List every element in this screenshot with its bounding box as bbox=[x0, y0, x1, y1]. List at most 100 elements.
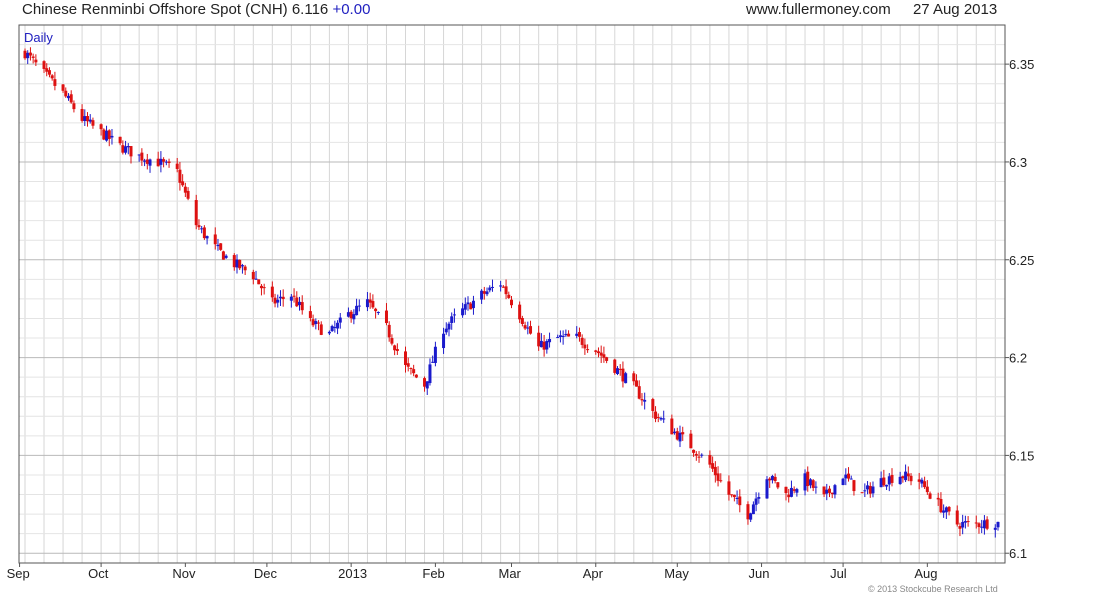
candle-body bbox=[923, 481, 927, 488]
candle-body bbox=[431, 361, 435, 363]
candle-body bbox=[602, 354, 606, 358]
candle-body bbox=[47, 70, 51, 75]
candle-body bbox=[374, 308, 378, 312]
y-tick-label: 6.2 bbox=[1009, 351, 1027, 366]
candle-body bbox=[594, 350, 598, 352]
x-tick-label: Jun bbox=[749, 566, 770, 581]
candle-body bbox=[183, 186, 187, 193]
candle-body bbox=[485, 291, 489, 295]
candle-body bbox=[637, 386, 641, 399]
candle-body bbox=[26, 52, 30, 59]
candle-body bbox=[452, 314, 456, 316]
candle-body bbox=[178, 169, 182, 183]
candle-body bbox=[909, 475, 913, 482]
candle-body bbox=[885, 484, 889, 487]
candle-body bbox=[336, 322, 340, 329]
candle-body bbox=[996, 521, 1000, 528]
candle-body bbox=[450, 316, 454, 323]
candle-body bbox=[338, 317, 342, 323]
candle-body bbox=[118, 136, 122, 144]
candle-body bbox=[700, 454, 704, 456]
candle-body bbox=[732, 494, 736, 498]
candle-body bbox=[137, 154, 141, 156]
candle-body bbox=[716, 473, 720, 481]
candle-body bbox=[974, 522, 978, 524]
plot-frame bbox=[18, 24, 1006, 564]
candle-body bbox=[232, 255, 236, 268]
candle-body bbox=[276, 299, 280, 303]
candle-body bbox=[28, 52, 32, 56]
candle-body bbox=[463, 304, 467, 310]
candle-body bbox=[200, 228, 204, 230]
candle-body bbox=[278, 296, 282, 299]
candle-body bbox=[920, 479, 924, 484]
candle-body bbox=[295, 297, 299, 307]
candle-body bbox=[852, 480, 856, 492]
candle-body bbox=[678, 432, 682, 442]
candle-body bbox=[635, 380, 639, 387]
candle-body bbox=[675, 431, 679, 440]
candle-body bbox=[719, 480, 723, 482]
candle-body bbox=[412, 369, 416, 374]
candle-body bbox=[357, 305, 361, 307]
candle-body bbox=[61, 84, 65, 91]
chart-grid bbox=[19, 24, 1005, 563]
x-tick-label: Apr bbox=[583, 566, 604, 581]
candle-body bbox=[697, 456, 701, 458]
x-tick-label: Mar bbox=[499, 566, 522, 581]
candle-body bbox=[235, 259, 239, 268]
candle-body bbox=[643, 399, 647, 402]
candle-body bbox=[982, 520, 986, 529]
candle-body bbox=[395, 349, 399, 351]
candle-body bbox=[224, 255, 228, 258]
candle-body bbox=[811, 480, 815, 488]
candle-body bbox=[404, 351, 408, 366]
candle-body bbox=[156, 158, 160, 167]
x-axis: Sep Oct Nov Dec 2013 Feb Mar Apr May Jun Jul Aug bbox=[7, 563, 937, 581]
candle-body bbox=[433, 346, 437, 363]
candle-body bbox=[825, 489, 829, 494]
candle-body bbox=[583, 344, 587, 349]
candle-body bbox=[621, 368, 625, 382]
candle-body bbox=[596, 351, 600, 354]
candle-body bbox=[83, 116, 87, 122]
candle-body bbox=[561, 335, 565, 338]
candle-body bbox=[186, 190, 190, 199]
candle-body bbox=[447, 323, 451, 330]
candle-body bbox=[300, 302, 304, 311]
candle-body bbox=[355, 305, 359, 316]
candle-body bbox=[219, 243, 223, 250]
candle-body bbox=[586, 349, 590, 351]
y-tick-label: 6.15 bbox=[1009, 448, 1034, 463]
candle-body bbox=[980, 526, 984, 528]
candle-body bbox=[613, 359, 617, 373]
candle-body bbox=[88, 119, 92, 122]
candle-body bbox=[45, 68, 49, 72]
candle-body bbox=[803, 473, 807, 491]
candle-body bbox=[901, 476, 905, 479]
y-tick-label: 6.35 bbox=[1009, 57, 1034, 72]
candle-body bbox=[72, 103, 76, 110]
candle-body bbox=[947, 506, 951, 512]
candle-body bbox=[567, 333, 571, 337]
candle-body bbox=[656, 416, 660, 418]
candle-body bbox=[240, 265, 244, 267]
candle-body bbox=[632, 373, 636, 382]
candle-body bbox=[727, 481, 731, 495]
candle-body bbox=[368, 299, 372, 303]
candle-body bbox=[523, 325, 527, 329]
candle-body bbox=[526, 327, 530, 329]
candle-body bbox=[50, 75, 54, 79]
x-tick-label: Sep bbox=[7, 566, 30, 581]
candle-body bbox=[365, 299, 369, 308]
candle-body bbox=[599, 352, 603, 356]
candle-body bbox=[955, 510, 959, 525]
candle-body bbox=[654, 411, 658, 419]
candle-body bbox=[866, 485, 870, 490]
candle-body bbox=[847, 473, 851, 479]
candle-body bbox=[406, 363, 410, 367]
candle-body bbox=[844, 474, 848, 479]
candle-body bbox=[102, 129, 106, 140]
candle-body bbox=[539, 340, 543, 348]
candle-body bbox=[129, 146, 133, 157]
